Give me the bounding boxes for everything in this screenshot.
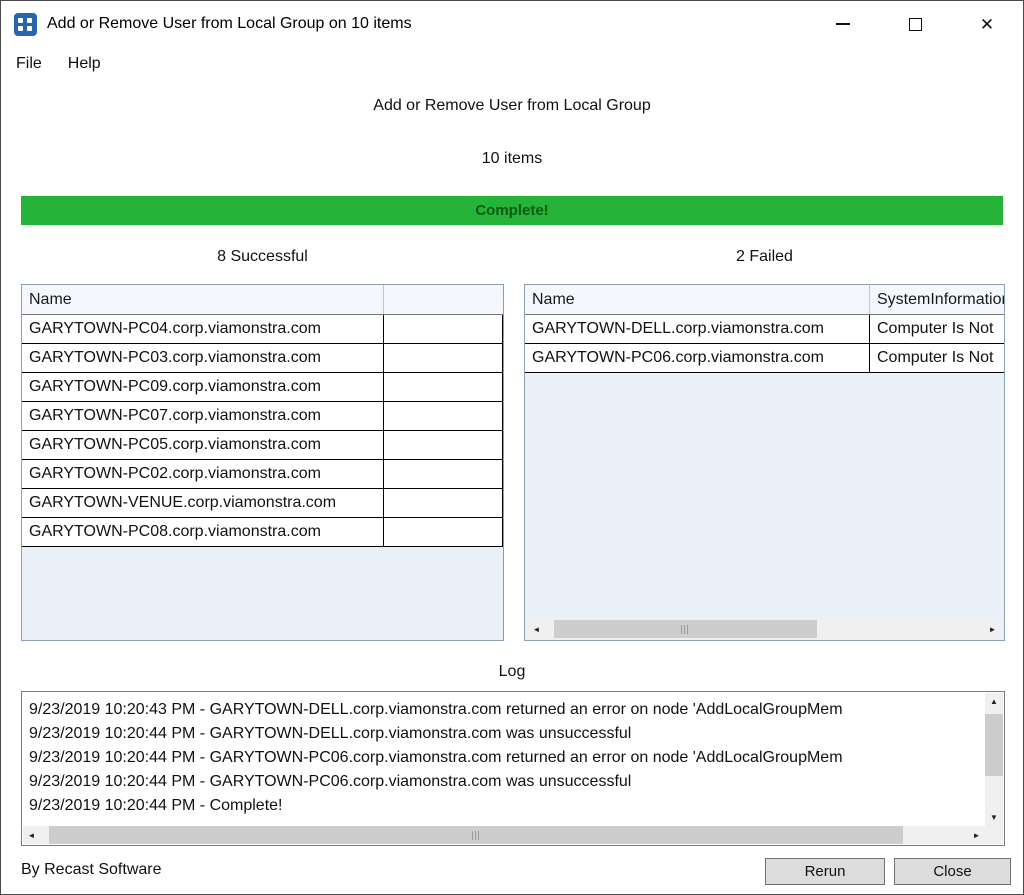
failed-grid: Name SystemInformation GARYTOWN-DELL.cor… <box>524 284 1005 641</box>
scroll-right-icon[interactable]: ► <box>984 620 1001 638</box>
items-count: 10 items <box>1 150 1023 168</box>
computer-name-cell: GARYTOWN-PC08.corp.viamonstra.com <box>22 518 384 546</box>
successful-grid-body: GARYTOWN-PC04.corp.viamonstra.com GARYTO… <box>22 315 503 547</box>
log-line: 9/23/2019 10:20:43 PM - GARYTOWN-DELL.co… <box>29 698 983 722</box>
log-line: 9/23/2019 10:20:44 PM - GARYTOWN-PC06.co… <box>29 770 983 794</box>
computer-name-cell: GARYTOWN-DELL.corp.viamonstra.com <box>525 315 870 343</box>
progress-bar: Complete! <box>21 196 1003 225</box>
close-icon: ✕ <box>980 16 994 33</box>
computer-name-cell: GARYTOWN-PC07.corp.viamonstra.com <box>22 402 384 430</box>
computer-name-cell: GARYTOWN-PC04.corp.viamonstra.com <box>22 315 384 343</box>
menubar: File Help <box>1 47 1023 81</box>
empty-cell <box>384 431 503 459</box>
close-button[interactable]: ✕ <box>951 1 1023 47</box>
log-title: Log <box>1 663 1023 681</box>
log-line: 9/23/2019 10:20:44 PM - GARYTOWN-DELL.co… <box>29 722 983 746</box>
error-info-cell: Computer Is Not <box>870 315 1004 343</box>
column-header-systeminformation[interactable]: SystemInformation <box>870 285 1004 314</box>
scrollbar-track[interactable] <box>40 826 968 844</box>
error-info-cell: Computer Is Not <box>870 344 1004 372</box>
minimize-icon <box>836 23 850 25</box>
computer-name-cell: GARYTOWN-PC05.corp.viamonstra.com <box>22 431 384 459</box>
window-controls: ✕ <box>807 1 1023 47</box>
log-line: 9/23/2019 10:20:44 PM - Complete! <box>29 794 983 818</box>
table-row[interactable]: GARYTOWN-PC04.corp.viamonstra.com <box>22 315 503 344</box>
failed-title: 2 Failed <box>524 248 1005 266</box>
empty-cell <box>384 518 503 546</box>
titlebar: Add or Remove User from Local Group on 1… <box>1 1 1023 47</box>
failed-grid-horizontal-scrollbar[interactable]: ◄ ► <box>528 620 1001 638</box>
table-row[interactable]: GARYTOWN-VENUE.corp.viamonstra.com <box>22 489 503 518</box>
computer-name-cell: GARYTOWN-PC09.corp.viamonstra.com <box>22 373 384 401</box>
menu-help[interactable]: Help <box>55 55 114 73</box>
table-row[interactable]: GARYTOWN-PC02.corp.viamonstra.com <box>22 460 503 489</box>
successful-grid: Name GARYTOWN-PC04.corp.viamonstra.com G… <box>21 284 504 641</box>
column-header-name[interactable]: Name <box>22 285 384 314</box>
empty-cell <box>384 460 503 488</box>
app-icon <box>14 13 37 36</box>
app-window: Add or Remove User from Local Group on 1… <box>0 0 1024 895</box>
successful-grid-header: Name <box>22 285 503 315</box>
log-content: 9/23/2019 10:20:43 PM - GARYTOWN-DELL.co… <box>22 692 985 826</box>
minimize-button[interactable] <box>807 1 879 47</box>
empty-cell <box>384 344 503 372</box>
scrollbar-corner <box>985 826 1003 844</box>
empty-cell <box>384 489 503 517</box>
table-row[interactable]: GARYTOWN-PC03.corp.viamonstra.com <box>22 344 503 373</box>
table-row[interactable]: GARYTOWN-PC06.corp.viamonstra.com Comput… <box>525 344 1004 373</box>
close-action-button[interactable]: Close <box>894 858 1011 885</box>
scroll-right-icon[interactable]: ► <box>968 826 985 844</box>
page-title: Add or Remove User from Local Group <box>1 97 1023 115</box>
menu-file[interactable]: File <box>3 55 55 73</box>
scrollbar-grip-icon <box>472 831 481 840</box>
log-vertical-scrollbar[interactable]: ▲ ▼ <box>985 693 1003 826</box>
computer-name-cell: GARYTOWN-PC06.corp.viamonstra.com <box>525 344 870 372</box>
computer-name-cell: GARYTOWN-VENUE.corp.viamonstra.com <box>22 489 384 517</box>
maximize-button[interactable] <box>879 1 951 47</box>
successful-title: 8 Successful <box>21 248 504 266</box>
scrollbar-thumb[interactable] <box>49 826 903 844</box>
failed-grid-header: Name SystemInformation <box>525 285 1004 315</box>
log-line: 9/23/2019 10:20:44 PM - GARYTOWN-PC06.co… <box>29 746 983 770</box>
progress-label: Complete! <box>475 202 548 219</box>
column-header-extra[interactable] <box>384 285 503 314</box>
scrollbar-track[interactable] <box>985 710 1003 809</box>
empty-cell <box>384 402 503 430</box>
scrollbar-thumb[interactable] <box>554 620 817 638</box>
window-title: Add or Remove User from Local Group on 1… <box>47 15 412 33</box>
log-box[interactable]: 9/23/2019 10:20:43 PM - GARYTOWN-DELL.co… <box>21 691 1005 846</box>
maximize-icon <box>909 18 922 31</box>
credit-text: By Recast Software <box>21 861 162 879</box>
empty-cell <box>384 315 503 343</box>
scrollbar-grip-icon <box>681 625 690 634</box>
computer-name-cell: GARYTOWN-PC02.corp.viamonstra.com <box>22 460 384 488</box>
scroll-down-icon[interactable]: ▼ <box>985 809 1003 826</box>
scroll-left-icon[interactable]: ◄ <box>528 620 545 638</box>
table-row[interactable]: GARYTOWN-PC09.corp.viamonstra.com <box>22 373 503 402</box>
table-row[interactable]: GARYTOWN-PC05.corp.viamonstra.com <box>22 431 503 460</box>
failed-grid-body: GARYTOWN-DELL.corp.viamonstra.com Comput… <box>525 315 1004 373</box>
table-row[interactable]: GARYTOWN-PC07.corp.viamonstra.com <box>22 402 503 431</box>
table-row[interactable]: GARYTOWN-DELL.corp.viamonstra.com Comput… <box>525 315 1004 344</box>
rerun-button[interactable]: Rerun <box>765 858 885 885</box>
column-header-name[interactable]: Name <box>525 285 870 314</box>
computer-name-cell: GARYTOWN-PC03.corp.viamonstra.com <box>22 344 384 372</box>
scrollbar-track[interactable] <box>545 620 984 638</box>
table-row[interactable]: GARYTOWN-PC08.corp.viamonstra.com <box>22 518 503 547</box>
empty-cell <box>384 373 503 401</box>
scroll-left-icon[interactable]: ◄ <box>23 826 40 844</box>
scrollbar-thumb[interactable] <box>985 714 1003 776</box>
log-horizontal-scrollbar[interactable]: ◄ ► <box>23 826 985 844</box>
scroll-up-icon[interactable]: ▲ <box>985 693 1003 710</box>
